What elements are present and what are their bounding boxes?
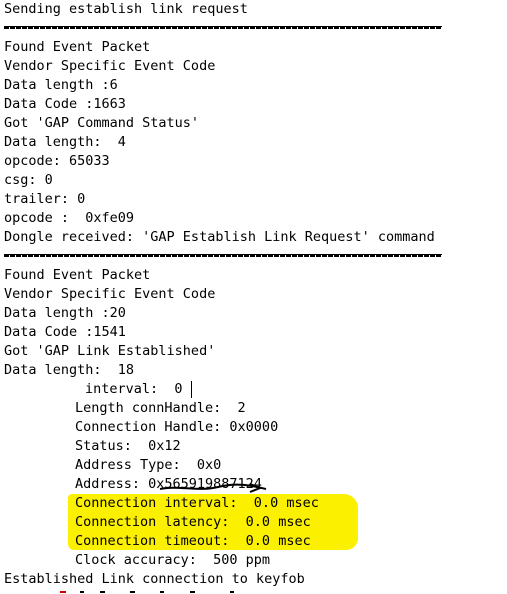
text-cursor xyxy=(191,381,192,398)
output-line: Data length: 18 xyxy=(4,362,135,378)
output-line: Length connHandle: 2 xyxy=(75,400,246,416)
output-line: Found Event Packet xyxy=(4,39,151,55)
output-line: Established Link connection to keyfob xyxy=(4,571,305,587)
output-line: Found Event Packet xyxy=(4,267,151,283)
output-line: opcode : 0xfe09 xyxy=(4,210,135,226)
separator-line xyxy=(4,26,442,29)
scribble-redaction xyxy=(159,483,267,493)
separator-line xyxy=(4,254,442,257)
output-line: Dongle received: 'GAP Establish Link Req… xyxy=(4,229,435,245)
output-line: Data length: 4 xyxy=(4,134,126,150)
output-line: Connection Handle: 0x0000 xyxy=(75,419,279,435)
output-line: Sending establish link request xyxy=(4,1,248,17)
output-line: Data Code :1663 xyxy=(4,96,126,112)
terminal-output: Sending establish link request Found Eve… xyxy=(0,0,507,594)
output-line: Vendor Specific Event Code xyxy=(4,58,216,74)
output-line: Clock accuracy: 500 ppm xyxy=(75,552,271,568)
output-line: trailer: 0 xyxy=(4,191,86,207)
output-line: Got 'GAP Command Status' xyxy=(4,115,200,131)
output-line: Data Code :1541 xyxy=(4,324,126,340)
output-line: interval: 0 xyxy=(85,381,183,397)
output-line: Vendor Specific Event Code xyxy=(4,286,216,302)
output-line: Connection timeout: 0.0 msec xyxy=(75,533,311,549)
output-line: Address Type: 0x0 xyxy=(75,457,222,473)
output-line: Status: 0x12 xyxy=(75,438,181,454)
output-line: csg: 0 xyxy=(4,172,53,188)
output-line: Data length :6 xyxy=(4,77,118,93)
output-line: Data length :20 xyxy=(4,305,126,321)
output-line: Connection interval: 0.0 msec xyxy=(75,495,319,511)
output-line: Got 'GAP Link Established' xyxy=(4,343,216,359)
output-line: Connection latency: 0.0 msec xyxy=(75,514,311,530)
output-line: opcode: 65033 xyxy=(4,153,110,169)
cutoff-red-text xyxy=(60,591,234,593)
